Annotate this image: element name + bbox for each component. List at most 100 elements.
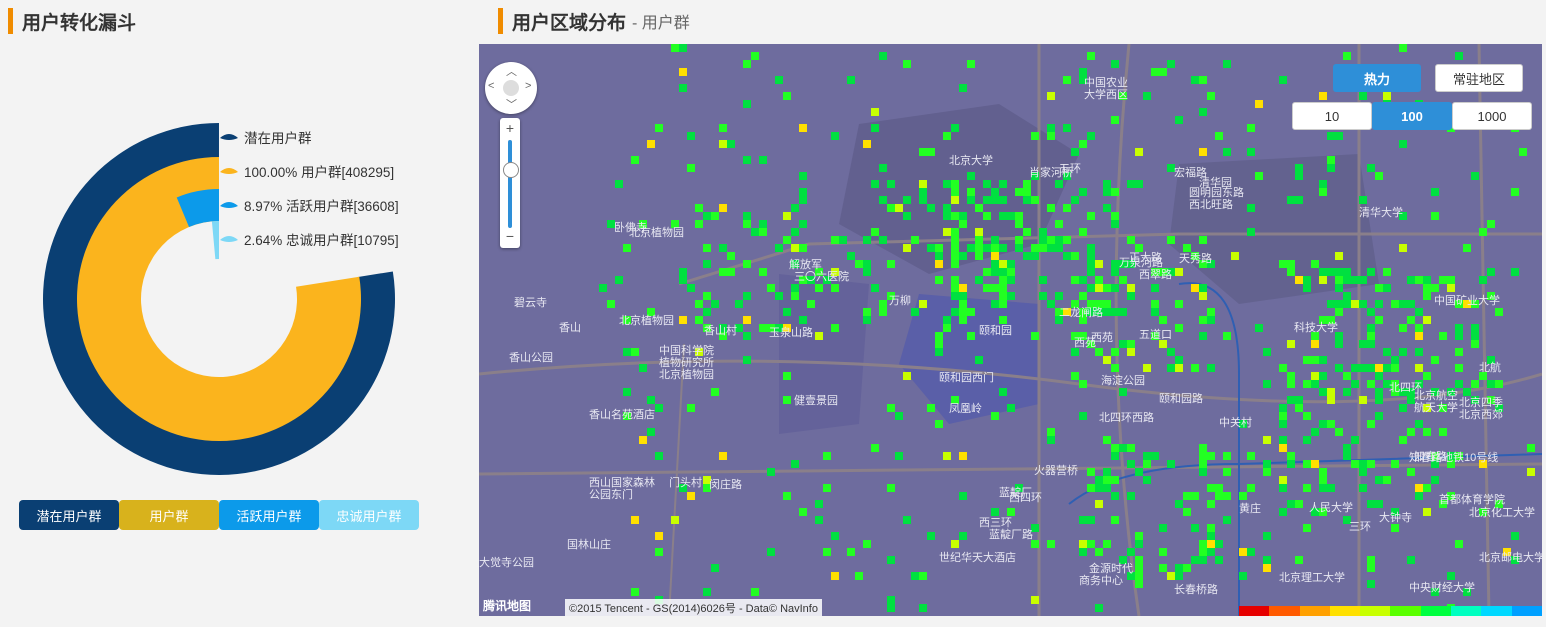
heat-cell xyxy=(655,548,663,556)
heat-cell xyxy=(831,324,839,332)
pan-control[interactable]: ︿ < > ﹀ xyxy=(485,62,537,114)
heat-cell xyxy=(871,228,879,236)
heat-cell xyxy=(1015,212,1023,220)
heat-cell xyxy=(903,516,911,524)
pan-center[interactable] xyxy=(503,80,519,96)
heat-cell xyxy=(1135,180,1143,188)
mode-resident-button[interactable]: 常驻地区 xyxy=(1435,64,1523,92)
heat-cell xyxy=(959,316,967,324)
heat-cell xyxy=(1047,92,1055,100)
heat-cell xyxy=(1223,468,1231,476)
heat-cell xyxy=(927,204,935,212)
heat-cell xyxy=(1263,348,1271,356)
heat-cell xyxy=(919,180,927,188)
heat-cell xyxy=(1439,276,1447,284)
scale-1000-button[interactable]: 1000 xyxy=(1452,102,1532,130)
heat-cell xyxy=(1279,444,1287,452)
heat-cell xyxy=(1471,380,1479,388)
heat-cell xyxy=(1103,308,1111,316)
heat-cell xyxy=(743,156,751,164)
heat-cell xyxy=(1167,348,1175,356)
map-label: 三环 xyxy=(1349,521,1371,533)
filter-users-button[interactable]: 用户群 xyxy=(119,500,219,530)
heat-cell xyxy=(871,180,879,188)
heat-cell xyxy=(1335,284,1343,292)
zoom-out-button[interactable]: − xyxy=(500,228,520,244)
heat-cell xyxy=(671,44,679,52)
heat-cell xyxy=(871,284,879,292)
heat-cell xyxy=(911,308,919,316)
heat-cell xyxy=(887,404,895,412)
heat-cell xyxy=(1247,548,1255,556)
heat-cell xyxy=(1335,428,1343,436)
scale-100-button[interactable]: 100 xyxy=(1372,102,1452,130)
heat-cell xyxy=(759,324,767,332)
zoom-slider-handle[interactable] xyxy=(503,162,519,178)
funnel-slice-loyal[interactable] xyxy=(211,221,219,260)
heat-cell xyxy=(1263,468,1271,476)
pan-up-icon[interactable]: ︿ xyxy=(506,63,517,79)
heat-cell xyxy=(1391,300,1399,308)
zoom-control: + − xyxy=(500,118,520,248)
map-logo: 腾讯地图 xyxy=(483,599,532,613)
filter-active-button[interactable]: 活跃用户群 xyxy=(219,500,319,530)
filter-potential-button[interactable]: 潜在用户群 xyxy=(19,500,119,530)
heat-cell xyxy=(1047,436,1055,444)
heat-cell xyxy=(1327,388,1335,396)
heat-cell xyxy=(1295,172,1303,180)
heat-cell xyxy=(1095,476,1103,484)
heat-cell xyxy=(975,252,983,260)
heat-cell xyxy=(1191,284,1199,292)
heat-cell xyxy=(1431,284,1439,292)
heat-cell xyxy=(895,412,903,420)
heat-cell xyxy=(1375,172,1383,180)
heat-cell xyxy=(1327,420,1335,428)
heat-cell xyxy=(1367,324,1375,332)
zoom-in-button[interactable]: + xyxy=(500,120,520,136)
heat-cell xyxy=(959,284,967,292)
heat-cell xyxy=(1047,124,1055,132)
heat-cell xyxy=(1039,292,1047,300)
heat-cell xyxy=(951,292,959,300)
heat-cell xyxy=(655,452,663,460)
heat-cell xyxy=(1215,556,1223,564)
heat-cell xyxy=(1407,556,1415,564)
heat-cell xyxy=(1007,404,1015,412)
heat-cell xyxy=(1055,180,1063,188)
heat-cell xyxy=(1335,252,1343,260)
mode-heat-button[interactable]: 热力 xyxy=(1333,64,1421,92)
heat-cell xyxy=(1319,188,1327,196)
heat-cell xyxy=(1063,236,1071,244)
pan-left-icon[interactable]: < xyxy=(488,80,494,92)
scale-10-button[interactable]: 10 xyxy=(1292,102,1372,130)
heat-cell xyxy=(1255,172,1263,180)
heat-cell xyxy=(1103,188,1111,196)
heat-map[interactable]: 北京植物园 卧佛寺 碧云寺 香山 香山公园 北京植物园 香山村 中国科学院 植物研究所 北京植物园… xyxy=(479,44,1542,616)
heat-cell xyxy=(1071,276,1079,284)
heat-cell xyxy=(1007,268,1015,276)
legend-label-active: 8.97% 活跃用户群[36608] xyxy=(244,198,399,214)
filter-loyal-button[interactable]: 忠诚用户群 xyxy=(319,500,419,530)
title-accent-bar xyxy=(498,8,503,34)
heat-cell xyxy=(887,260,895,268)
pan-down-icon[interactable]: ﹀ xyxy=(506,96,517,112)
heat-cell xyxy=(1327,164,1335,172)
heat-cell xyxy=(831,532,839,540)
heat-cell xyxy=(1127,548,1135,556)
heat-cell xyxy=(1151,284,1159,292)
heat-cell xyxy=(1279,412,1287,420)
heat-cell xyxy=(1175,364,1183,372)
heat-cell xyxy=(1087,52,1095,60)
heat-cell xyxy=(1047,204,1055,212)
heat-cell xyxy=(991,284,999,292)
pan-right-icon[interactable]: > xyxy=(525,80,531,92)
zoom-track[interactable] xyxy=(508,140,512,228)
heat-cell xyxy=(703,244,711,252)
heat-cell xyxy=(1039,236,1047,244)
heat-cell xyxy=(1311,260,1319,268)
heat-cell xyxy=(1519,148,1527,156)
heat-cell xyxy=(919,196,927,204)
heat-cell xyxy=(1407,300,1415,308)
heat-cell xyxy=(1135,572,1143,580)
heat-cell xyxy=(1095,260,1103,268)
